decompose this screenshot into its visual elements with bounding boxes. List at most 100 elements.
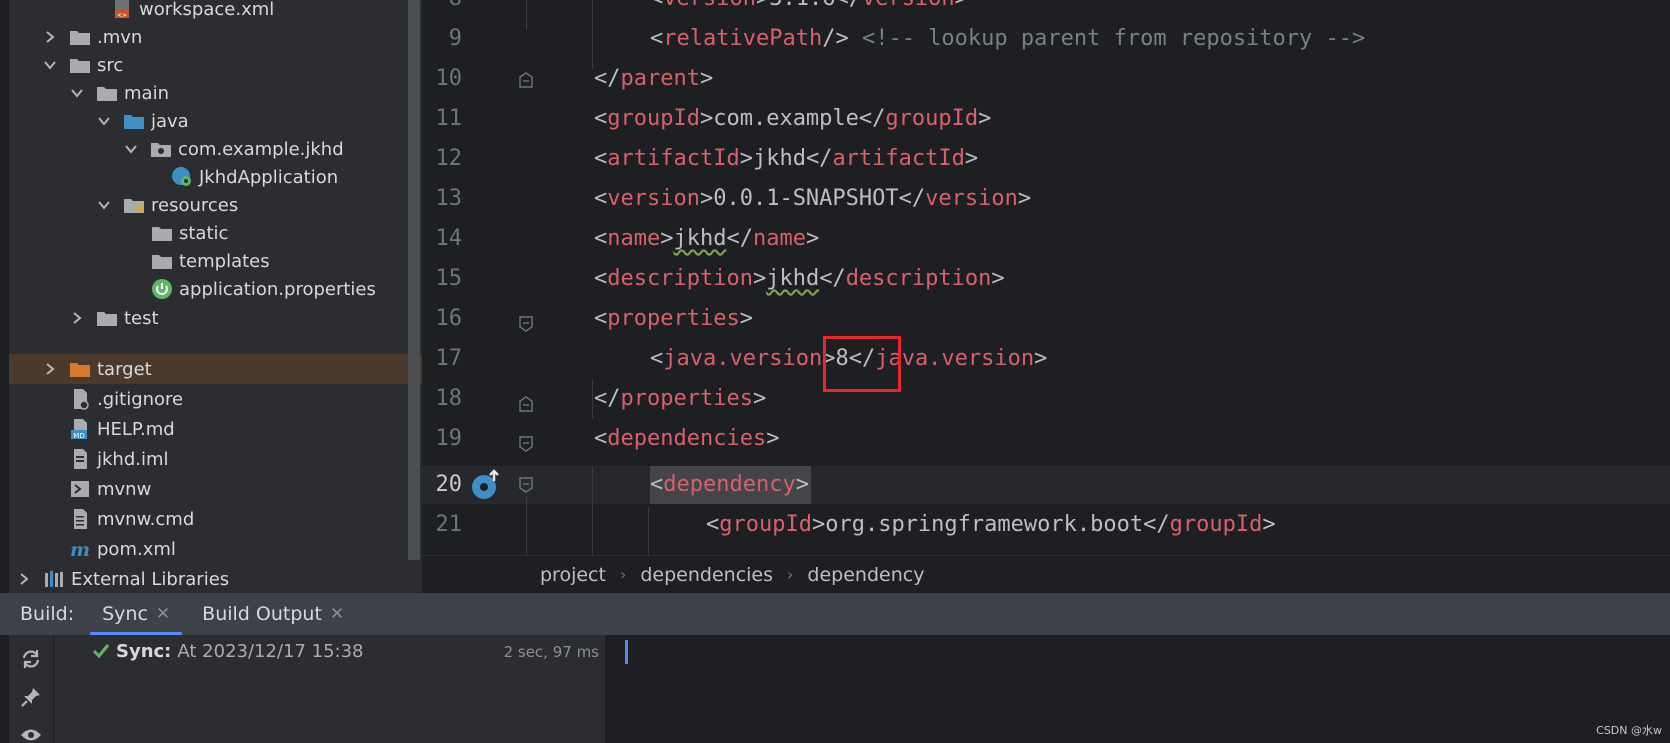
tree-item-help-md[interactable]: MD HELP.md (9, 414, 406, 444)
resources-folder-icon (123, 195, 145, 215)
tree-item-java[interactable]: java (9, 106, 406, 136)
folder-icon (96, 308, 118, 328)
svg-text:<>: <> (117, 12, 127, 19)
tree-item-external-libraries[interactable]: External Libraries (9, 564, 406, 593)
indent-guide (592, 380, 593, 418)
tree-item-label: mvnw (97, 478, 152, 500)
maven-dependency-gutter-icon[interactable] (470, 469, 502, 501)
tree-item-label: mvnw.cmd (97, 508, 195, 530)
breadcrumb-item[interactable]: project (540, 564, 606, 586)
tree-item-label: resources (151, 194, 239, 216)
tree-item-label: .gitignore (97, 388, 184, 410)
line-number: 10 (435, 66, 463, 91)
source-folder-icon (123, 111, 145, 131)
svg-text:MD: MD (73, 432, 84, 440)
code-line: <groupId>com.example</groupId> (594, 106, 992, 131)
tree-item-package[interactable]: com.example.jkhd (9, 134, 406, 164)
tree-item-src[interactable]: src (9, 50, 406, 80)
tab-label: Sync (102, 603, 148, 625)
chevron-right-icon[interactable] (17, 572, 31, 586)
tree-item-gitignore[interactable]: .gitignore (9, 384, 406, 414)
svg-text:m: m (70, 539, 90, 559)
fold-marker-icon[interactable] (518, 316, 534, 332)
code-line: <name>jkhd</name> (594, 226, 820, 251)
markdown-file-icon: MD (69, 419, 91, 440)
sync-duration: 2 sec, 97 ms (503, 643, 599, 661)
build-toolwindow-header: Build: Sync ✕ Build Output ✕ (0, 593, 1670, 635)
breadcrumb-item[interactable]: dependency (807, 564, 924, 586)
tab-build-output[interactable]: Build Output ✕ (186, 593, 360, 635)
spring-boot-class-icon (171, 167, 193, 187)
sync-result-row[interactable]: Sync: At 2023/12/17 15:38 (92, 637, 364, 665)
folder-icon (96, 83, 118, 103)
line-number: 16 (435, 306, 463, 331)
chevron-right-icon[interactable] (43, 362, 57, 376)
tree-item-main[interactable]: main (9, 78, 406, 108)
tree-item-resources[interactable]: resources (9, 190, 406, 220)
tree-item-label: test (124, 307, 159, 329)
chevron-down-icon[interactable] (43, 58, 57, 72)
tree-item-templates[interactable]: templates (9, 246, 406, 276)
breadcrumb-item[interactable]: dependencies (640, 564, 773, 586)
tree-item-label: templates (179, 250, 270, 272)
tree-item-test[interactable]: test (9, 303, 406, 333)
folder-icon (151, 223, 173, 243)
chevron-right-icon[interactable] (43, 30, 57, 44)
tree-item-pom-xml[interactable]: m pom.xml (9, 534, 406, 564)
tree-item-application-properties[interactable]: application.properties (9, 274, 406, 304)
line-number: 20 (435, 472, 463, 497)
maven-file-icon: m (69, 539, 91, 559)
chevron-right-icon[interactable] (70, 311, 84, 325)
tree-item-label: main (124, 82, 169, 104)
checkmark-icon (92, 644, 110, 659)
chevron-down-icon[interactable] (124, 142, 138, 156)
fold-gutter-line (526, 496, 527, 555)
fold-marker-icon[interactable] (518, 436, 534, 452)
line-number: 11 (435, 106, 463, 131)
tree-scrollbar[interactable] (408, 0, 420, 560)
chevron-down-icon[interactable] (70, 86, 84, 100)
code-line: <description>jkhd</description> (594, 266, 1005, 291)
build-console[interactable]: CSDN @水w (606, 635, 1670, 743)
fold-marker-icon[interactable] (518, 396, 534, 412)
breadcrumb-separator-icon: › (787, 565, 794, 584)
tree-item-jkhd-iml[interactable]: jkhd.iml (9, 444, 406, 474)
eye-icon[interactable] (19, 723, 43, 743)
tree-item-label: static (179, 222, 229, 244)
chevron-down-icon[interactable] (97, 198, 111, 212)
fold-marker-icon[interactable] (518, 72, 534, 88)
current-line-highlight (422, 466, 1670, 504)
tree-item-label: target (97, 358, 152, 380)
build-title: Build: (20, 603, 75, 625)
line-number: 21 (435, 512, 463, 537)
tree-item-label: jkhd.iml (97, 448, 169, 470)
sync-time: At 2023/12/17 15:38 (177, 640, 364, 662)
package-icon (150, 139, 172, 159)
tab-sync[interactable]: Sync ✕ (86, 593, 186, 635)
line-number: 15 (435, 266, 463, 291)
tree-item-workspace-xml[interactable]: <> workspace.xml (9, 0, 406, 24)
code-editor[interactable]: 8 9 10 11 12 13 14 15 16 17 18 19 20 21 … (422, 0, 1670, 555)
pin-icon[interactable] (19, 685, 43, 709)
iml-file-icon (69, 449, 91, 469)
sync-icon[interactable] (19, 647, 43, 671)
tree-item-label: .mvn (97, 26, 143, 48)
folder-icon (69, 27, 91, 47)
fold-marker-icon[interactable] (518, 477, 534, 493)
tree-item-label: java (151, 110, 189, 132)
indent-guide (592, 0, 593, 70)
tree-item-mvn[interactable]: .mvn (9, 22, 406, 52)
tree-item-static[interactable]: static (9, 218, 406, 248)
close-icon[interactable]: ✕ (330, 604, 344, 624)
libraries-icon (43, 569, 65, 589)
chevron-down-icon[interactable] (97, 114, 111, 128)
tab-label: Build Output (202, 603, 322, 625)
tree-item-jkhdapplication[interactable]: JkhdApplication (9, 162, 406, 192)
indent-guide (592, 466, 593, 555)
xml-file-icon: <> (111, 0, 133, 19)
tree-item-mvnw-cmd[interactable]: mvnw.cmd (9, 504, 406, 534)
line-number: 19 (435, 426, 463, 451)
tree-item-mvnw[interactable]: mvnw (9, 474, 406, 504)
tree-item-target[interactable]: target (9, 354, 422, 384)
close-icon[interactable]: ✕ (156, 604, 170, 624)
